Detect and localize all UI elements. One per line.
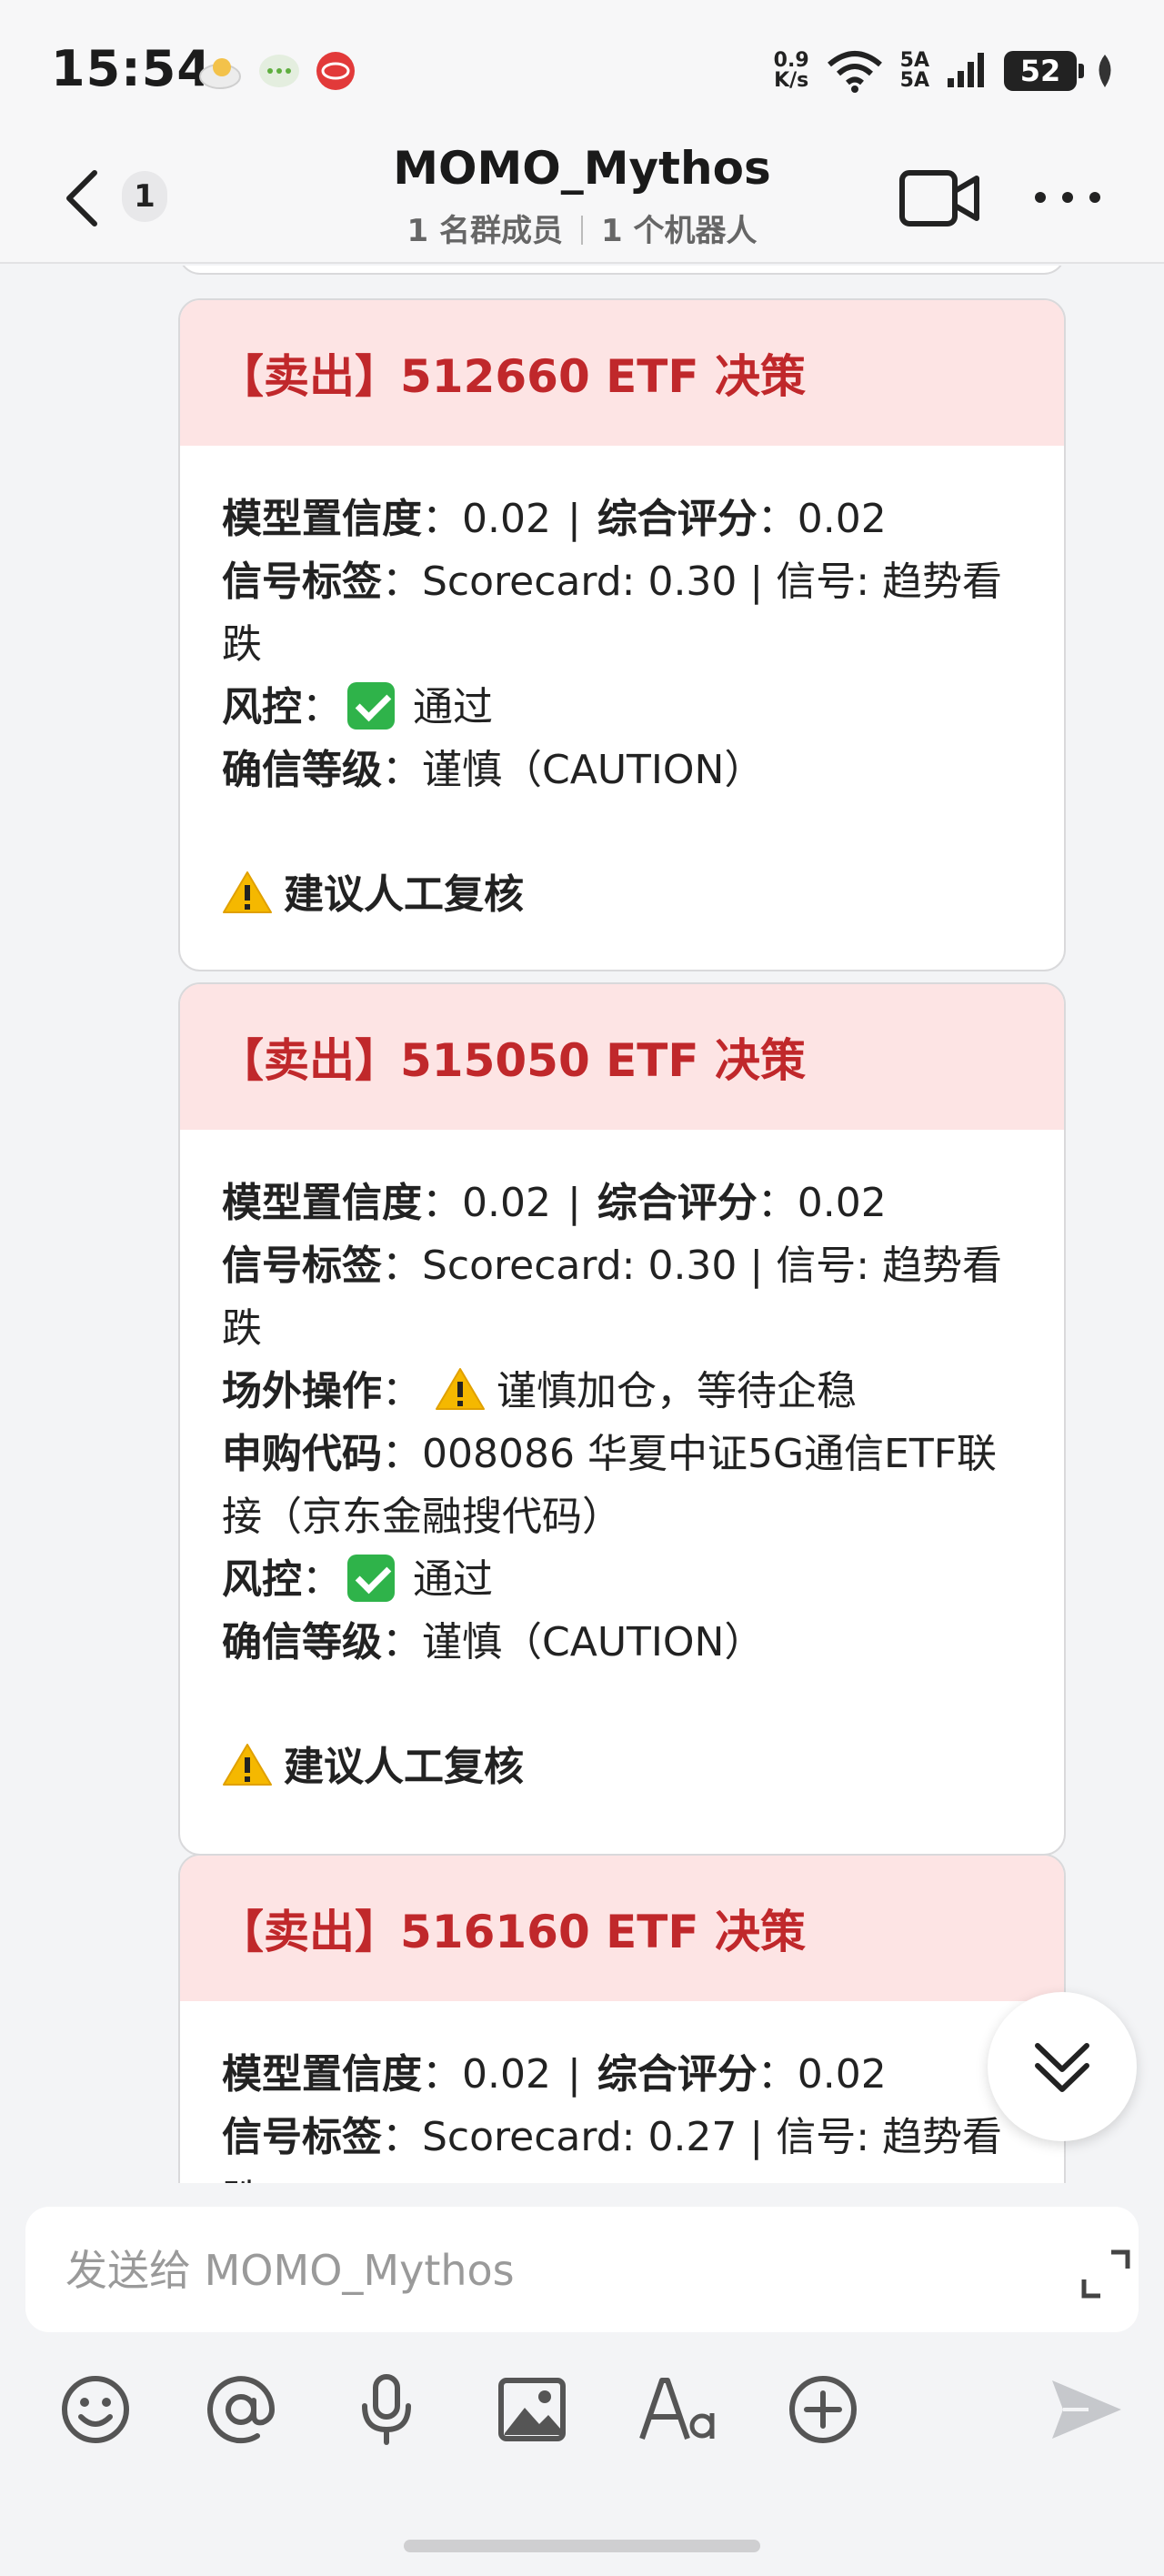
video-call-icon[interactable]	[898, 164, 980, 233]
message-list[interactable]: 【卖出】512660 ETF 决策 模型置信度：0.02 | 综合评分：0.02 信…	[0, 266, 1164, 2183]
decision-card[interactable]: 【卖出】516160 ETF 决策 模型置信度：0.02 | 综合评分：0.02 信…	[178, 1854, 1066, 2183]
moon-weather-icon	[199, 58, 241, 89]
composer-toolbar	[0, 2369, 1164, 2460]
image-button[interactable]	[491, 2369, 573, 2450]
send-button[interactable]	[1046, 2369, 1128, 2450]
card-title: 【卖出】516160 ETF 决策	[180, 1856, 1064, 2001]
home-indicator[interactable]	[404, 2540, 760, 2552]
confidence-row: 模型置信度：0.02 | 综合评分：0.02	[222, 1180, 887, 1226]
microphone-icon	[362, 2374, 411, 2445]
composer	[0, 2183, 1164, 2576]
plus-circle-icon	[789, 2376, 857, 2443]
bot-count: 1 个机器人	[601, 213, 758, 249]
card-title: 【卖出】512660 ETF 决策	[180, 300, 1064, 446]
voice-button[interactable]	[346, 2369, 427, 2450]
image-icon	[498, 2378, 566, 2441]
otc-row: 场外操作： 谨慎加仓，等待企稳	[222, 1368, 857, 1414]
review-row: 建议人工复核	[222, 863, 1026, 926]
signal-row: 信号标签：Scorecard: 0.30 | 信号: 趋势看跌	[222, 558, 1003, 668]
battery-indicator: 52	[1004, 51, 1084, 91]
more-options-icon[interactable]	[1031, 184, 1104, 211]
chat-notification-icon	[259, 55, 299, 87]
warning-icon	[436, 1368, 485, 1410]
add-more-button[interactable]	[782, 2369, 864, 2450]
signal-label: 5A 5A	[899, 49, 929, 92]
level-row: 确信等级：谨慎（CAUTION）	[222, 747, 765, 793]
warning-icon	[223, 871, 272, 913]
byd-app-icon	[316, 52, 355, 90]
card-body: 模型置信度：0.02 | 综合评分：0.02 信号标签：Scorecard: 0.2…	[180, 2001, 1064, 2183]
signal-bars-icon	[948, 53, 984, 87]
review-row: 建议人工复核	[222, 1736, 1026, 1798]
at-sign-icon	[207, 2376, 276, 2444]
emoji-icon	[62, 2376, 129, 2443]
risk-row: 风控： 通过	[222, 682, 493, 730]
leaf-icon	[1099, 55, 1111, 87]
check-mark-icon	[347, 1555, 395, 1602]
card-body: 模型置信度：0.02 | 综合评分：0.02 信号标签：Scorecard: 0.3…	[180, 1130, 1064, 1826]
status-right-group: 0.9 K/s 5A 5A 52	[774, 44, 1117, 98]
network-speed: 0.9 K/s	[773, 49, 809, 92]
chat-header: 1 MOMO_Mythos 1 名群成员 1 个机器人	[0, 136, 1164, 264]
level-row: 确信等级：谨慎（CAUTION）	[222, 1619, 765, 1665]
double-chevron-down-icon	[1035, 2043, 1089, 2092]
signal-row: 信号标签：Scorecard: 0.27 | 信号: 趋势看跌	[222, 2114, 1003, 2183]
confidence-row: 模型置信度：0.02 | 综合评分：0.02	[222, 2051, 887, 2098]
code-row: 申购代码：008086 华夏中证5G通信ETF联接（京东金融搜代码）	[222, 1431, 998, 1540]
mention-button[interactable]	[200, 2369, 282, 2450]
expand-icon[interactable]	[1079, 2247, 1133, 2301]
status-time: 15:54	[51, 40, 212, 97]
warning-icon	[223, 1744, 272, 1786]
chat-title: MOMO_Mythos	[393, 142, 771, 195]
decision-card[interactable]: 【卖出】515050 ETF 决策 模型置信度：0.02 | 综合评分：0.02 信…	[178, 982, 1066, 1856]
send-icon	[1052, 2380, 1121, 2439]
member-count: 1 名群成员	[406, 213, 564, 249]
message-input-box[interactable]	[25, 2207, 1139, 2332]
text-format-button[interactable]	[637, 2369, 718, 2450]
decision-card[interactable]: 【卖出】512660 ETF 决策 模型置信度：0.02 | 综合评分：0.02 信…	[178, 298, 1066, 971]
text-format-icon	[639, 2378, 715, 2440]
wifi-icon	[827, 51, 882, 93]
check-mark-icon	[347, 682, 395, 730]
previous-card-fragment	[178, 266, 1066, 275]
chat-subtitle[interactable]: 1 名群成员 1 个机器人	[0, 206, 1164, 250]
confidence-row: 模型置信度：0.02 | 综合评分：0.02	[222, 496, 887, 542]
emoji-button[interactable]	[55, 2369, 136, 2450]
scroll-to-bottom-button[interactable]	[988, 1992, 1137, 2141]
card-title: 【卖出】515050 ETF 决策	[180, 984, 1064, 1130]
status-bar: 15:54 0.9 K/s 5A 5A 52	[0, 0, 1164, 136]
subtitle-divider	[581, 216, 583, 245]
risk-row: 风控： 通过	[222, 1555, 493, 1603]
signal-row: 信号标签：Scorecard: 0.30 | 信号: 趋势看跌	[222, 1243, 1003, 1352]
message-input[interactable]	[65, 2234, 1011, 2307]
card-body: 模型置信度：0.02 | 综合评分：0.02 信号标签：Scorecard: 0.3…	[180, 446, 1064, 953]
